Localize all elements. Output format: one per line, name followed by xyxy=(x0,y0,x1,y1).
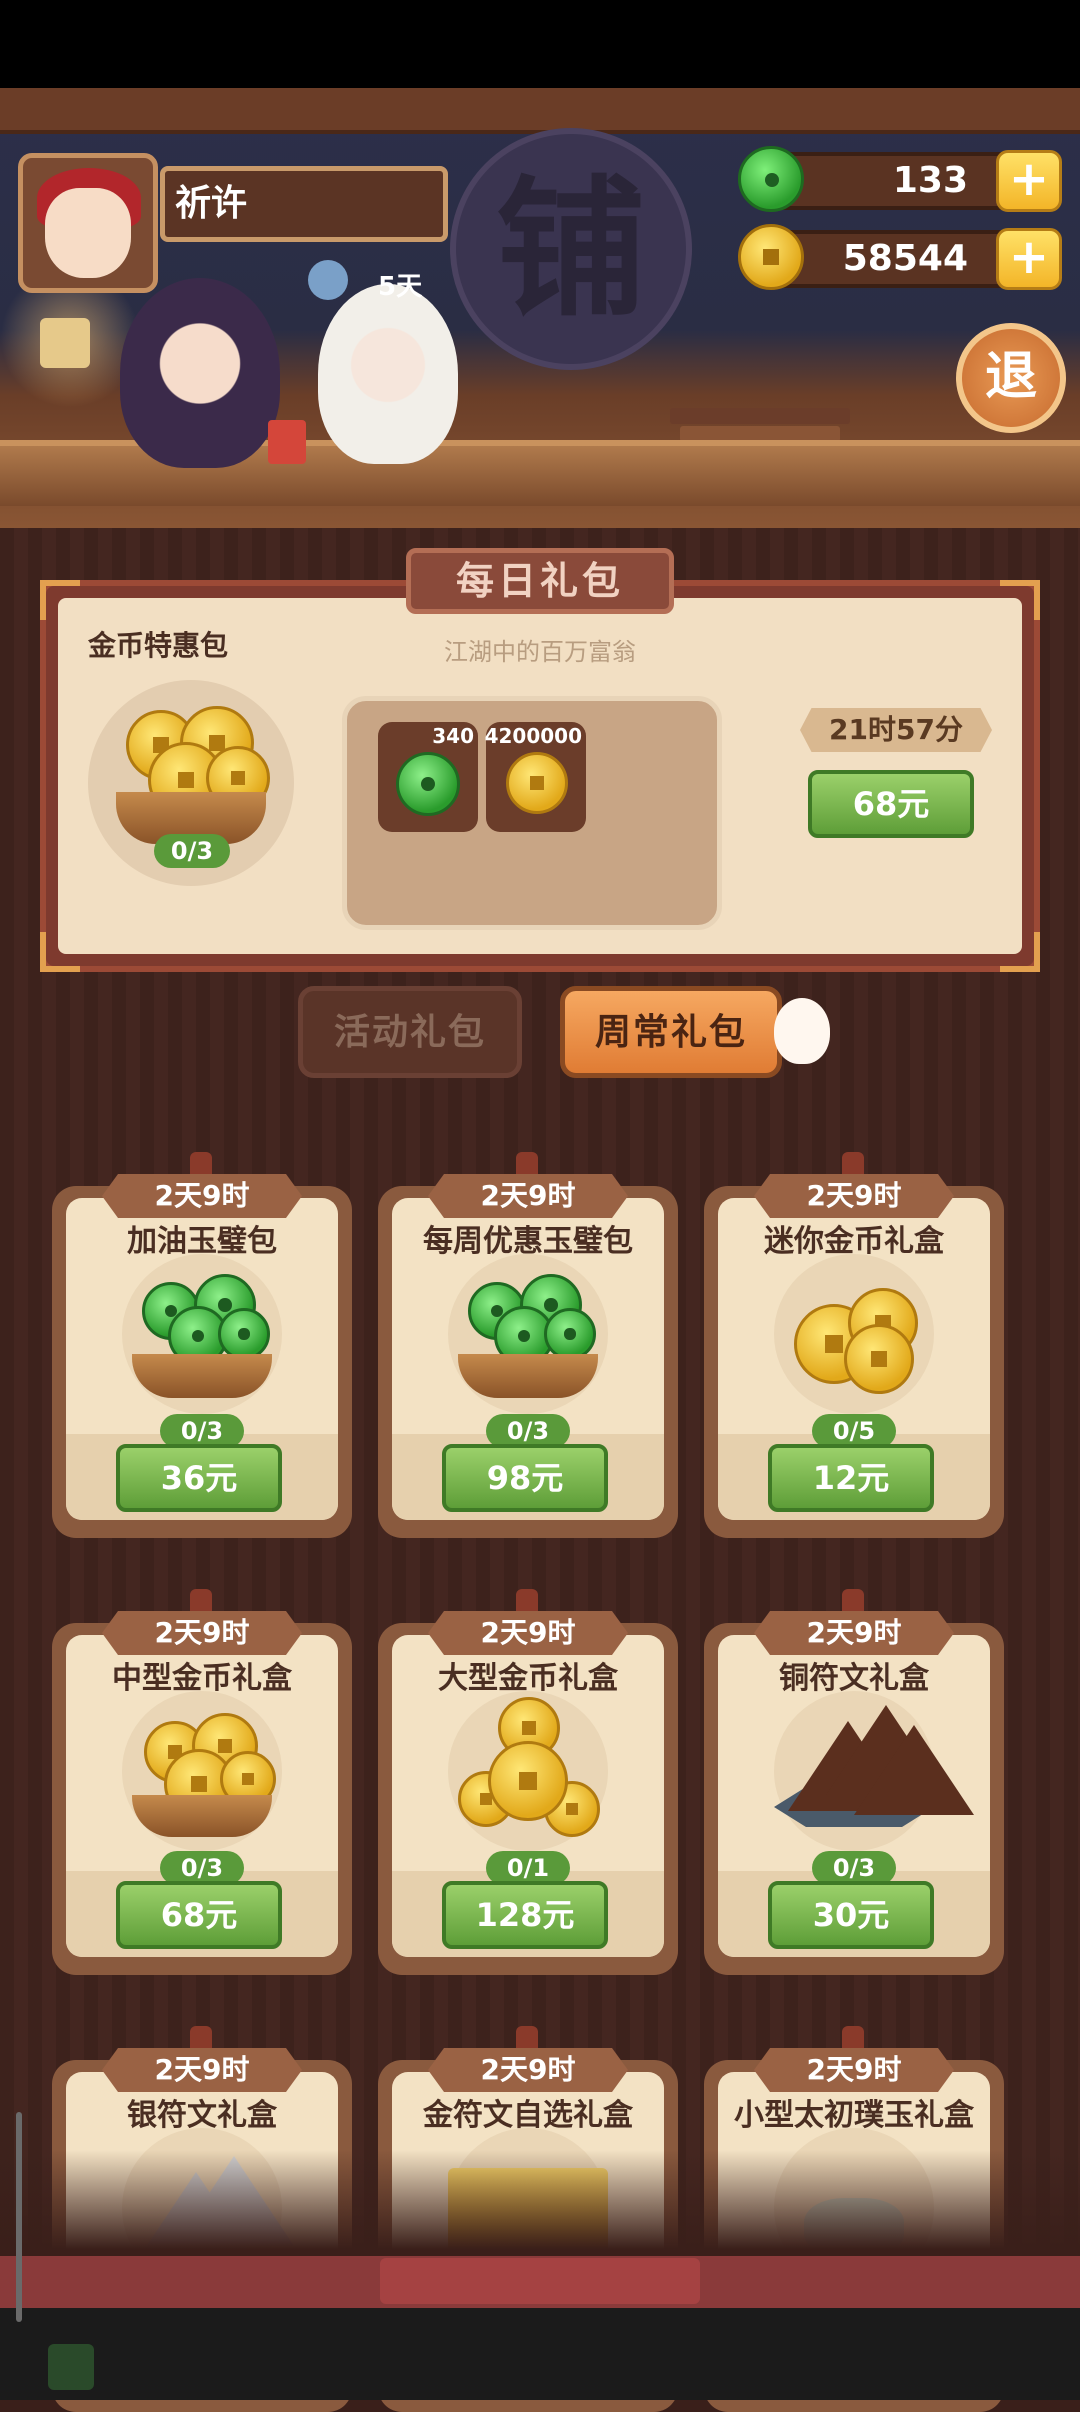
pack-card[interactable]: 2天9时 大型金币礼盒 0/1 128元 xyxy=(378,1589,678,1975)
card-timer: 2天9时 xyxy=(428,1174,628,1218)
daily-buy-button[interactable]: 68元 xyxy=(808,770,974,838)
purchase-count: 0/3 xyxy=(486,1414,570,1448)
lamp-icon xyxy=(0,268,140,408)
add-jade-button[interactable]: + xyxy=(996,150,1062,212)
daily-pack-title: 每日礼包 xyxy=(406,548,674,614)
reward-amount: 4200000 xyxy=(484,724,582,748)
coin-basket-icon xyxy=(122,1691,282,1851)
frame-corner xyxy=(40,932,80,972)
card-timer: 2天9时 xyxy=(428,1611,628,1655)
buy-button[interactable]: 36元 xyxy=(116,1444,282,1512)
jade-basket-icon xyxy=(448,1254,608,1414)
roof-beam xyxy=(0,88,1080,134)
purchase-count: 0/3 xyxy=(154,834,230,868)
pet-icon[interactable] xyxy=(308,260,348,300)
reward-amount: 340 xyxy=(432,724,474,748)
jade-basket-icon xyxy=(122,1254,282,1414)
scrollbar[interactable] xyxy=(16,2112,22,2322)
card-timer: 2天9时 xyxy=(102,1611,302,1655)
pack-name: 金币特惠包 xyxy=(88,629,229,662)
exit-button[interactable]: 退 xyxy=(956,323,1066,433)
buy-button[interactable]: 128元 xyxy=(442,1881,608,1949)
purchase-count: 0/5 xyxy=(812,1414,896,1448)
frame-corner xyxy=(1000,580,1040,620)
jade-icon xyxy=(396,752,460,816)
coin-chest-icon xyxy=(448,1691,608,1851)
add-coin-button[interactable]: + xyxy=(996,228,1062,290)
gift-box-icon[interactable] xyxy=(268,420,306,464)
tab-activity-packs[interactable]: 活动礼包 xyxy=(298,986,522,1078)
pet-days-label: 5天 xyxy=(378,272,423,302)
buy-button[interactable]: 12元 xyxy=(768,1444,934,1512)
player-avatar[interactable] xyxy=(18,153,158,293)
jade-currency: 133 + xyxy=(738,146,1062,212)
pack-card[interactable]: 2天9时 每周优惠玉璧包 0/3 98元 xyxy=(378,1152,678,1538)
tab-weekly-packs[interactable]: 周常礼包 xyxy=(560,986,782,1078)
buy-button[interactable]: 68元 xyxy=(116,1881,282,1949)
coin-currency: 58544 + xyxy=(738,224,1062,290)
player-character[interactable] xyxy=(318,284,458,464)
bottom-nav-icon[interactable] xyxy=(48,2344,94,2390)
reward-jade[interactable]: 340 xyxy=(378,722,478,832)
shop-sign: 铺 xyxy=(450,128,692,370)
card-timer: 2天9时 xyxy=(102,2048,302,2092)
purchase-count: 0/1 xyxy=(486,1851,570,1885)
pack-card[interactable]: 2天9时 中型金币礼盒 0/3 68元 xyxy=(52,1589,352,1975)
bottom-ground xyxy=(0,2308,1080,2400)
card-timer: 2天9时 xyxy=(754,1611,954,1655)
bottom-bar xyxy=(0,2256,1080,2308)
scroll-fade xyxy=(0,2150,1080,2260)
coin-pile-icon xyxy=(774,1254,934,1414)
coin-icon xyxy=(506,752,568,814)
player-name: 祈许 xyxy=(160,166,448,242)
purchase-count: 0/3 xyxy=(160,1414,244,1448)
frame-corner xyxy=(40,580,80,620)
card-timer: 2天9时 xyxy=(754,2048,954,2092)
status-bar xyxy=(0,0,1080,88)
daily-pack-subtitle: 江湖中的百万富翁 xyxy=(444,638,636,666)
copper-rune-icon xyxy=(774,1691,974,1851)
coin-amount: 58544 xyxy=(842,238,968,279)
card-timer: 2天9时 xyxy=(754,1174,954,1218)
pack-card[interactable]: 2天9时 迷你金币礼盒 0/5 12元 xyxy=(704,1152,1004,1538)
card-timer: 2天9时 xyxy=(102,1174,302,1218)
card-timer: 2天9时 xyxy=(428,2048,628,2092)
pack-card[interactable]: 2天9时 铜符文礼盒 0/3 30元 xyxy=(704,1589,1004,1975)
frame-corner xyxy=(1000,932,1040,972)
pack-card[interactable]: 2天9时 加油玉璧包 0/3 36元 xyxy=(52,1152,352,1538)
buy-button[interactable]: 30元 xyxy=(768,1881,934,1949)
jade-amount: 133 xyxy=(892,160,968,201)
buy-button[interactable]: 98元 xyxy=(442,1444,608,1512)
daily-timer: 21时57分 xyxy=(800,708,992,752)
reward-coin[interactable]: 4200000 xyxy=(484,722,586,832)
shopkeeper-character[interactable] xyxy=(120,278,280,468)
purchase-count: 0/3 xyxy=(160,1851,244,1885)
coin-icon xyxy=(738,224,804,290)
jade-icon xyxy=(738,146,804,212)
bunny-icon xyxy=(774,998,830,1064)
purchase-count: 0/3 xyxy=(812,1851,896,1885)
